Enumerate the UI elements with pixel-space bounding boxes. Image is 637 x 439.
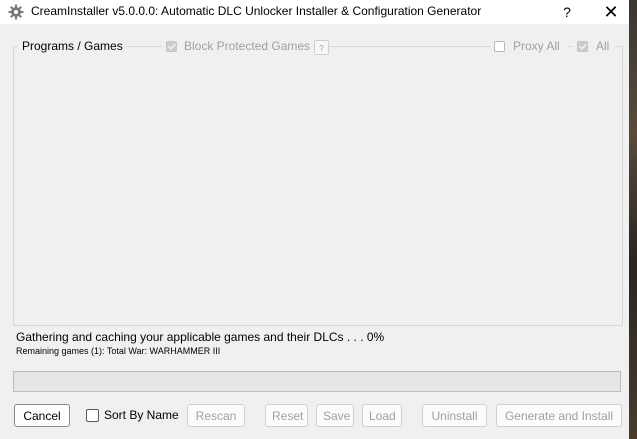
all-checkbox[interactable] [577,41,588,52]
sort-by-name-label: Sort By Name [104,408,179,422]
proxy-all-label: Proxy All [513,39,563,53]
progress-status-text: Gathering and caching your applicable ga… [16,330,385,344]
uninstall-button[interactable]: Uninstall [422,404,487,427]
title-bar[interactable]: CreamInstaller v5.0.0.0: Automatic DLC U… [0,0,629,24]
generate-install-button[interactable]: Generate and Install [496,404,622,427]
programs-games-title: Programs / Games [18,39,127,53]
block-protected-label: Block Protected Games [184,39,314,53]
progress-bar [13,371,621,392]
gear-icon [8,4,24,20]
programs-games-list[interactable] [13,46,623,326]
close-button[interactable]: ✕ [596,1,626,23]
main-window: CreamInstaller v5.0.0.0: Automatic DLC U… [0,0,630,439]
help-button[interactable]: ? [556,1,578,23]
background-edge [629,0,637,439]
rescan-button[interactable]: Rescan [187,404,245,427]
sort-by-name-checkbox[interactable] [86,409,99,422]
window-title: CreamInstaller v5.0.0.0: Automatic DLC U… [31,4,482,18]
block-protected-checkbox[interactable] [166,41,177,52]
remaining-games-text: Remaining games (1): Total War: WARHAMME… [16,346,221,356]
reset-button[interactable]: Reset [265,404,308,427]
proxy-all-checkbox[interactable] [494,41,505,52]
cancel-button[interactable]: Cancel [14,404,70,427]
block-protected-help-button[interactable]: ? [314,40,329,55]
save-button[interactable]: Save [316,404,354,427]
all-label: All [596,39,613,53]
load-button[interactable]: Load [362,404,402,427]
